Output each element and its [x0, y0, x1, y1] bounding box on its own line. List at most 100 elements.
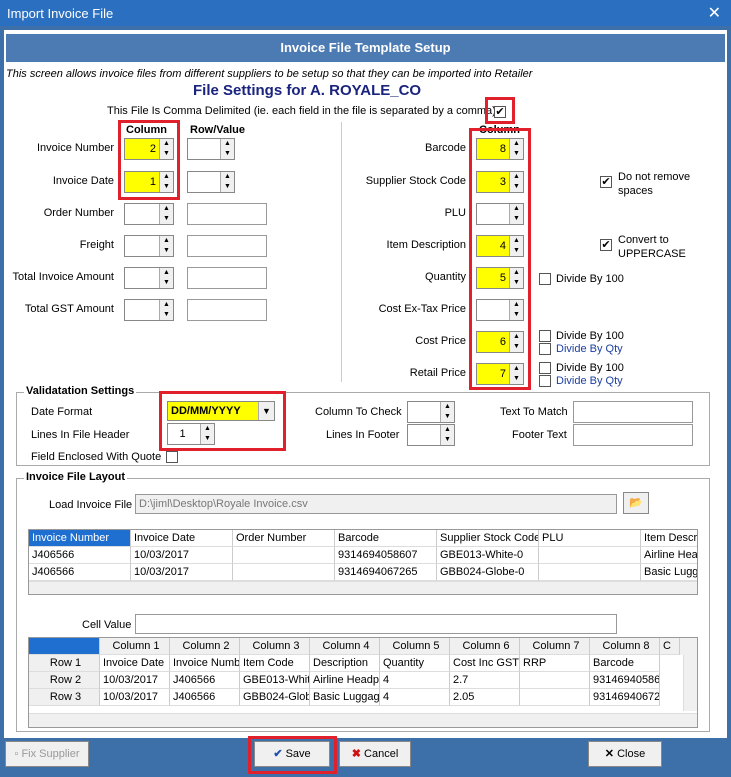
table-cell[interactable]: Invoice Date [100, 655, 170, 672]
order-number-row[interactable] [187, 203, 267, 225]
table-cell[interactable]: Item Code [240, 655, 310, 672]
row-header[interactable]: Row 1 [29, 655, 100, 672]
close-button[interactable]: ✕ Close [588, 741, 662, 767]
grid-header-cell[interactable]: Column 2 [170, 638, 240, 655]
table-cell[interactable]: Basic Lugg [641, 564, 697, 581]
order-number-column[interactable]: ▲ ▼ [124, 203, 174, 225]
table-cell[interactable] [233, 547, 335, 564]
cost-divide-qty-checkbox[interactable] [539, 343, 551, 355]
text-match-input[interactable] [573, 401, 693, 423]
table-cell[interactable]: Quantity [380, 655, 450, 672]
table-cell[interactable]: 2.7 [450, 672, 520, 689]
quantity-divide-100-checkbox[interactable] [539, 273, 551, 285]
table-cell[interactable]: Basic Luggag [310, 689, 380, 706]
table-cell[interactable]: Airline Hea [641, 547, 697, 564]
table-cell[interactable]: 10/03/2017 [100, 672, 170, 689]
grid-header-cell[interactable]: Item Descr [641, 530, 697, 547]
cancel-button[interactable]: ✖ Cancel [339, 741, 411, 767]
table-row[interactable]: J406566 10/03/2017 9314694067265 GBB024-… [29, 564, 697, 581]
table-cell[interactable]: Cost Inc GST [450, 655, 520, 672]
total-gst-row[interactable] [187, 299, 267, 321]
grid-header-cell[interactable]: Column 1 [100, 638, 170, 655]
invoice-number-row[interactable]: ▲ ▼ [187, 138, 235, 160]
highlight-save [248, 736, 337, 774]
table-cell[interactable]: GBE013-White-0 [437, 547, 539, 564]
table-cell[interactable]: GBE013-White [240, 672, 310, 689]
cell-value-input[interactable] [135, 614, 617, 634]
table-cell[interactable]: Airline Headpl [310, 672, 380, 689]
grid-header-cell[interactable]: PLU [539, 530, 641, 547]
grid-header-cell[interactable]: Column 3 [240, 638, 310, 655]
folder-open-icon[interactable]: 📂 [623, 492, 649, 514]
table-cell[interactable]: 4 [380, 689, 450, 706]
fix-supplier-button[interactable]: ▫ Fix Supplier [5, 741, 89, 767]
table-cell[interactable] [539, 564, 641, 581]
table-cell[interactable]: GBB024-Glob [240, 689, 310, 706]
load-path-input[interactable]: D:\jiml\Desktop\Royale Invoice.csv [135, 494, 617, 514]
divider [341, 122, 342, 382]
total-invoice-row[interactable] [187, 267, 267, 289]
no-remove-spaces-checkbox[interactable]: ✔ [600, 176, 612, 188]
table-cell[interactable]: 4 [380, 672, 450, 689]
table-cell[interactable]: J406566 [170, 672, 240, 689]
grid-header-cell[interactable]: Order Number [233, 530, 335, 547]
retail-divide-100-checkbox[interactable] [539, 362, 551, 374]
grid-header-cell[interactable]: Barcode [335, 530, 437, 547]
field-label: Order Number [43, 207, 114, 219]
table-cell[interactable]: 2.05 [450, 689, 520, 706]
grid-header-cell[interactable]: Column 7 [520, 638, 590, 655]
row-header[interactable]: Row 2 [29, 672, 100, 689]
close-window-icon[interactable]: ✕ [708, 3, 721, 23]
horizontal-scrollbar[interactable] [29, 713, 697, 727]
footer-text-input[interactable] [573, 424, 693, 446]
table-cell[interactable]: 93146940672 [590, 689, 660, 706]
table-cell[interactable] [539, 547, 641, 564]
total-invoice-column[interactable]: ▲ ▼ [124, 267, 174, 289]
total-gst-column[interactable]: ▲ ▼ [124, 299, 174, 321]
table-row[interactable]: Row 2 10/03/2017 J406566 GBE013-White Ai… [29, 672, 697, 689]
table-cell[interactable]: GBB024-Globe-0 [437, 564, 539, 581]
grid-header-cell[interactable]: Column 5 [380, 638, 450, 655]
quote-checkbox[interactable] [166, 451, 178, 463]
grid-header-cell[interactable]: Column 8 [590, 638, 660, 655]
grid-header-cell[interactable]: Invoice Number [29, 530, 131, 547]
table-row[interactable]: Row 1 Invoice Date Invoice Numbe Item Co… [29, 655, 697, 672]
invoice-date-row[interactable]: ▲ ▼ [187, 171, 235, 193]
table-cell[interactable]: Barcode [590, 655, 660, 672]
table-cell[interactable]: 10/03/2017 [131, 564, 233, 581]
grid-header-cell[interactable]: C [660, 638, 680, 655]
grid-header-cell[interactable]: Invoice Date [131, 530, 233, 547]
table-cell[interactable]: J406566 [29, 547, 131, 564]
lines-footer-spinner[interactable]: ▲ ▼ [407, 424, 455, 446]
uppercase-checkbox[interactable]: ✔ [600, 239, 612, 251]
table-row[interactable]: J406566 10/03/2017 9314694058607 GBE013-… [29, 547, 697, 564]
row-header[interactable]: Row 3 [29, 689, 100, 706]
layout-title: Invoice File Layout [24, 471, 128, 483]
table-cell[interactable] [520, 672, 590, 689]
table-cell[interactable]: Description [310, 655, 380, 672]
table-cell[interactable]: J406566 [170, 689, 240, 706]
table-row[interactable]: Row 3 10/03/2017 J406566 GBB024-Glob Bas… [29, 689, 697, 706]
grid-header-cell[interactable]: Column 4 [310, 638, 380, 655]
table-cell[interactable]: 93146940586 [590, 672, 660, 689]
table-cell[interactable]: 9314694058607 [335, 547, 437, 564]
vertical-scrollbar[interactable] [683, 655, 697, 711]
table-cell[interactable]: J406566 [29, 564, 131, 581]
table-cell[interactable]: 9314694067265 [335, 564, 437, 581]
table-cell[interactable]: 10/03/2017 [131, 547, 233, 564]
freight-column[interactable]: ▲ ▼ [124, 235, 174, 257]
table-cell[interactable]: RRP [520, 655, 590, 672]
retail-divide-qty-checkbox[interactable] [539, 375, 551, 387]
table-cell[interactable]: 10/03/2017 [100, 689, 170, 706]
grid-header-cell[interactable]: Column 6 [450, 638, 520, 655]
grid-header-cell[interactable]: Supplier Stock Code [437, 530, 539, 547]
table-cell[interactable] [233, 564, 335, 581]
column-check-spinner[interactable]: ▲ ▼ [407, 401, 455, 423]
field-label: Retail Price [409, 367, 466, 379]
cost-divide-100-checkbox[interactable] [539, 330, 551, 342]
table-cell[interactable] [520, 689, 590, 706]
field-label: Total GST Amount [24, 303, 114, 315]
table-cell[interactable]: Invoice Numbe [170, 655, 240, 672]
horizontal-scrollbar[interactable] [29, 581, 697, 594]
freight-row[interactable] [187, 235, 267, 257]
